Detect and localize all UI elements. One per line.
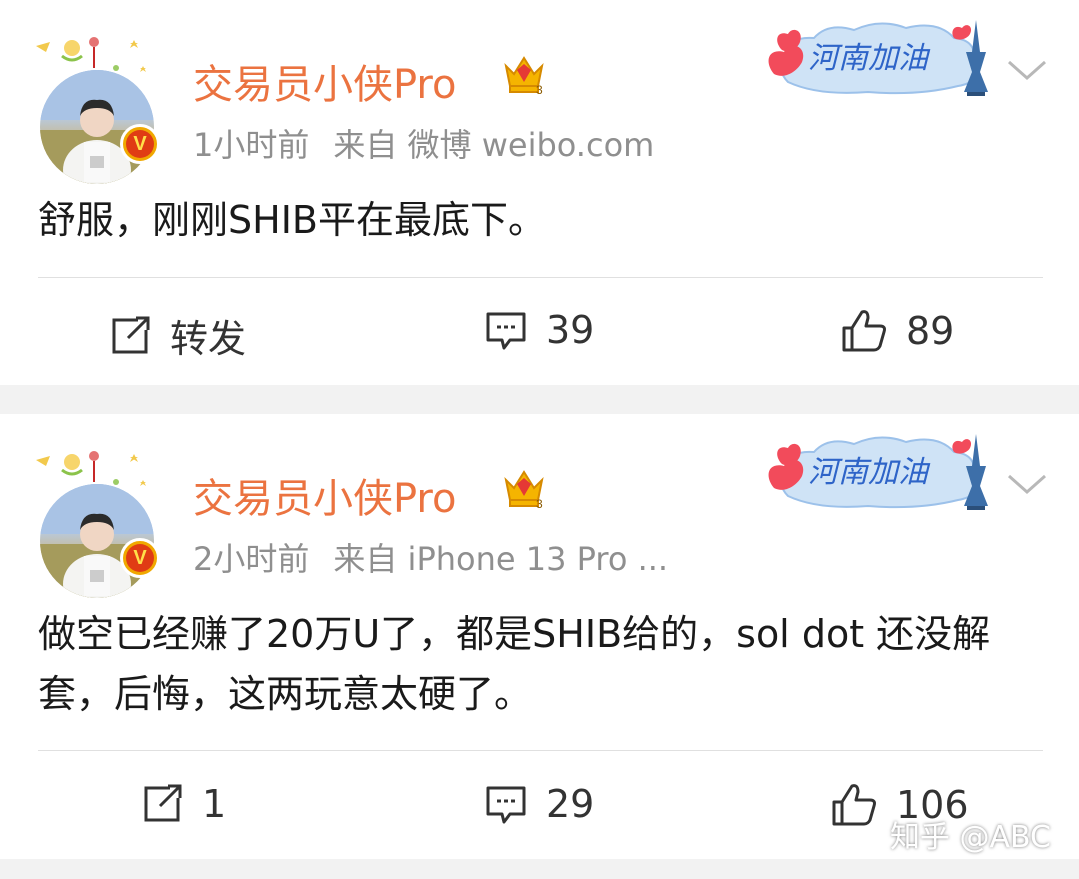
like-button[interactable]: 89: [840, 308, 954, 354]
comment-count: 29: [546, 782, 595, 826]
post-content: 舒服，刚刚SHIB平在最底下。: [38, 198, 546, 242]
avatar-group[interactable]: V: [32, 28, 162, 184]
post-time: 1小时前: [193, 126, 310, 164]
repost-count: 1: [202, 782, 227, 826]
weibo-post: V 交易员小侠Pro 3 1小时前 来自 微博 weibo.com 河南加油 舒服…: [0, 0, 1079, 385]
verified-icon: V: [120, 124, 160, 164]
svg-text:3: 3: [536, 83, 543, 96]
crown-icon: 3: [504, 470, 544, 510]
repost-icon: [144, 784, 182, 822]
like-icon: [832, 784, 876, 826]
repost-button[interactable]: 转发: [108, 308, 246, 363]
repost-label: 转发: [170, 317, 247, 361]
username[interactable]: 交易员小侠Pro: [193, 466, 456, 524]
avatar-group[interactable]: V: [32, 442, 162, 598]
comment-count: 39: [546, 308, 595, 352]
henan-badge[interactable]: 河南加油: [768, 426, 1004, 516]
weibo-post: V 交易员小侠Pro 3 2小时前 来自 iPhone 13 Pro ... 河南…: [0, 414, 1079, 859]
post-content: 做空已经赚了20万U了，都是SHIB给的，sol dot 还没解套，后悔，这两玩…: [38, 612, 991, 716]
svg-text:3: 3: [536, 497, 543, 510]
post-meta: 2小时前 来自 iPhone 13 Pro ...: [193, 534, 668, 580]
svg-text:河南加油: 河南加油: [808, 455, 931, 490]
repost-icon: [112, 316, 150, 353]
post-source[interactable]: 来自 iPhone 13 Pro ...: [333, 540, 668, 578]
post-time: 2小时前: [193, 540, 310, 578]
like-icon: [842, 310, 886, 352]
comment-icon: [486, 312, 526, 350]
svg-text:河南加油: 河南加油: [808, 41, 931, 76]
henan-badge[interactable]: 河南加油: [768, 12, 1004, 102]
comment-button[interactable]: 29: [484, 782, 594, 826]
like-count: 89: [906, 309, 955, 353]
comment-button[interactable]: 39: [484, 308, 594, 352]
watermark: 知乎 @ABC: [889, 820, 1051, 855]
verified-icon: V: [120, 538, 160, 578]
chevron-down-icon[interactable]: [1006, 472, 1048, 498]
post-source[interactable]: 来自 微博 weibo.com: [333, 126, 654, 164]
crown-icon: 3: [504, 56, 544, 96]
divider: [38, 277, 1043, 278]
post-meta: 1小时前 来自 微博 weibo.com: [193, 120, 654, 166]
comment-icon: [486, 786, 526, 824]
repost-button[interactable]: 1: [140, 782, 226, 826]
chevron-down-icon[interactable]: [1006, 58, 1048, 84]
username[interactable]: 交易员小侠Pro: [193, 52, 456, 110]
divider: [38, 750, 1043, 751]
